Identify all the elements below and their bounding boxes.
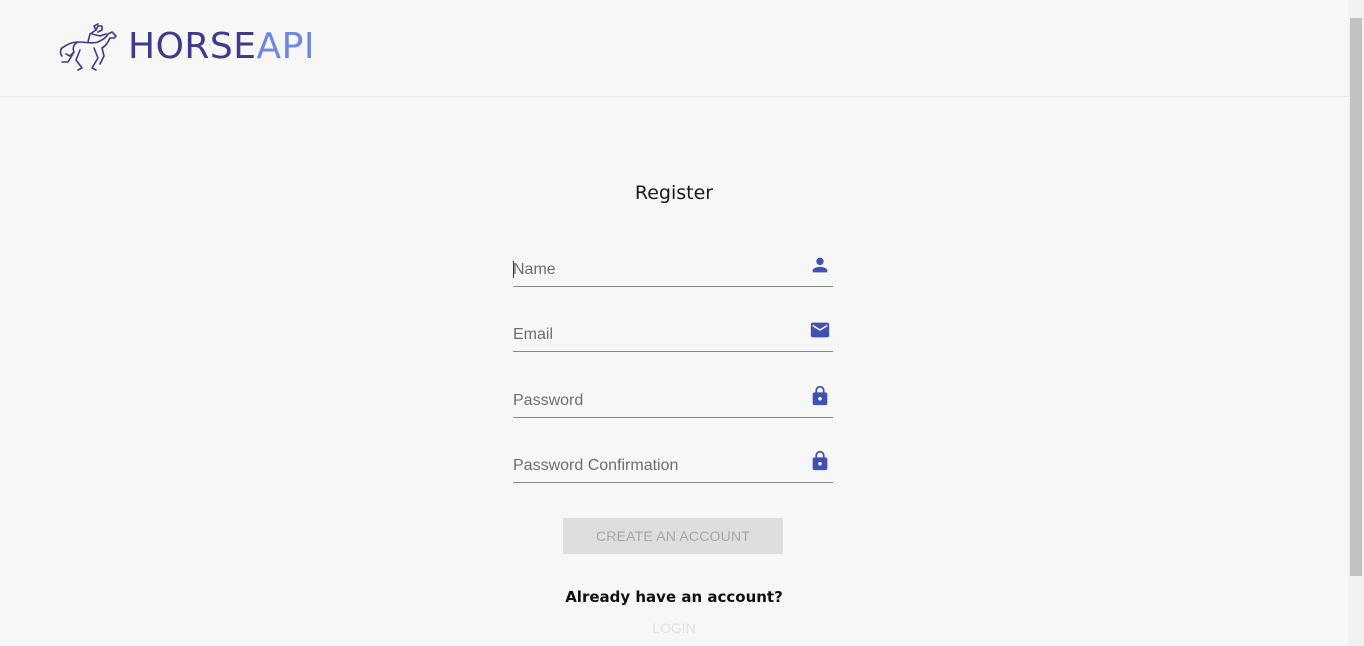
envelope-icon xyxy=(810,322,830,338)
logo-text: HORSEAPI xyxy=(128,22,315,72)
logo-text-horse: HORSE xyxy=(128,26,257,67)
password-input[interactable] xyxy=(513,392,793,410)
password-confirmation-input[interactable] xyxy=(513,457,793,475)
name-field xyxy=(513,250,833,287)
vertical-scrollbar[interactable] xyxy=(1348,0,1364,646)
header: HORSEAPI xyxy=(0,0,1348,97)
login-link[interactable]: LOGIN xyxy=(0,620,1348,636)
lock-icon xyxy=(812,385,828,406)
password-field xyxy=(513,381,833,418)
register-page: HORSEAPI Register CREATE AN ACCOUNT Alre… xyxy=(0,0,1364,646)
create-account-button[interactable]: CREATE AN ACCOUNT xyxy=(563,518,783,554)
logo-text-api: API xyxy=(256,26,315,67)
scrollbar-thumb[interactable] xyxy=(1350,18,1362,576)
email-field xyxy=(513,315,833,352)
email-input[interactable] xyxy=(513,326,793,344)
lock-icon xyxy=(812,450,828,471)
page-title: Register xyxy=(634,182,714,204)
logo-link[interactable]: HORSEAPI xyxy=(58,22,315,72)
person-icon xyxy=(812,257,828,273)
password-confirmation-field xyxy=(513,446,833,483)
horse-jockey-icon xyxy=(59,23,117,71)
name-input[interactable] xyxy=(513,261,793,279)
already-have-account-text: Already have an account? xyxy=(565,588,783,606)
